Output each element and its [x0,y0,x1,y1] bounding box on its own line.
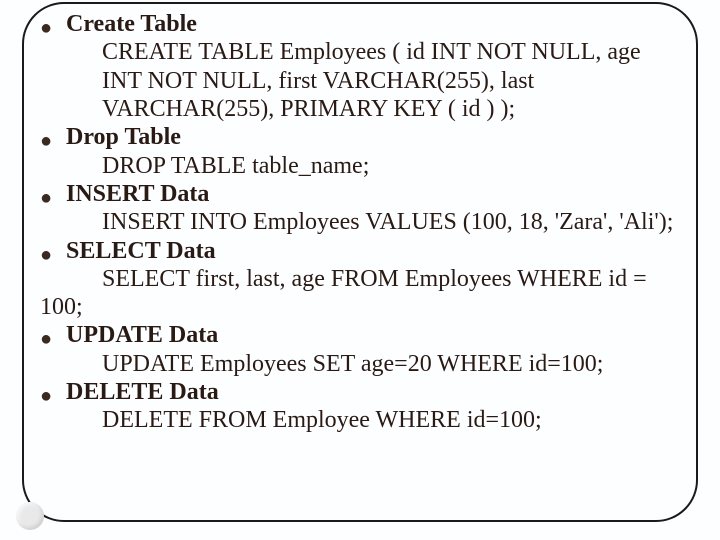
slide: ● Create Table CREATE TABLE Employees ( … [0,0,720,540]
item-heading: INSERT Data [66,180,209,208]
item-body: UPDATE Employees SET age=20 WHERE id=100… [40,350,680,378]
list-item: ● Create Table CREATE TABLE Employees ( … [40,10,680,123]
bullet-icon: ● [40,131,66,151]
bullet-icon: ● [40,245,66,265]
page-number-circle [16,502,44,530]
bullet-icon: ● [40,329,66,349]
list-item: ● INSERT Data INSERT INTO Employees VALU… [40,180,680,237]
item-body: CREATE TABLE Employees ( id INT NOT NULL… [40,38,680,123]
item-heading: DELETE Data [66,378,219,406]
bullet-icon: ● [40,386,66,406]
item-body: DROP TABLE table_name; [40,152,680,180]
bullet-list: ● Create Table CREATE TABLE Employees ( … [40,10,680,435]
list-item: ● SELECT Data SELECT first, last, age FR… [40,237,680,322]
item-body: INSERT INTO Employees VALUES (100, 18, '… [40,208,680,236]
list-item: ● UPDATE Data UPDATE Employees SET age=2… [40,321,680,378]
item-heading: Create Table [66,10,197,38]
item-heading: SELECT Data [66,237,216,265]
item-body: DELETE FROM Employee WHERE id=100; [40,406,680,434]
bullet-icon: ● [40,188,66,208]
item-heading: UPDATE Data [66,321,218,349]
content-frame: ● Create Table CREATE TABLE Employees ( … [22,2,698,522]
item-body-wrap: 100; [40,293,680,321]
item-body: SELECT first, last, age FROM Employees W… [40,265,680,293]
bullet-icon: ● [40,18,66,38]
list-item: ● DELETE Data DELETE FROM Employee WHERE… [40,378,680,435]
item-heading: Drop Table [66,123,181,151]
list-item: ● Drop Table DROP TABLE table_name; [40,123,680,180]
